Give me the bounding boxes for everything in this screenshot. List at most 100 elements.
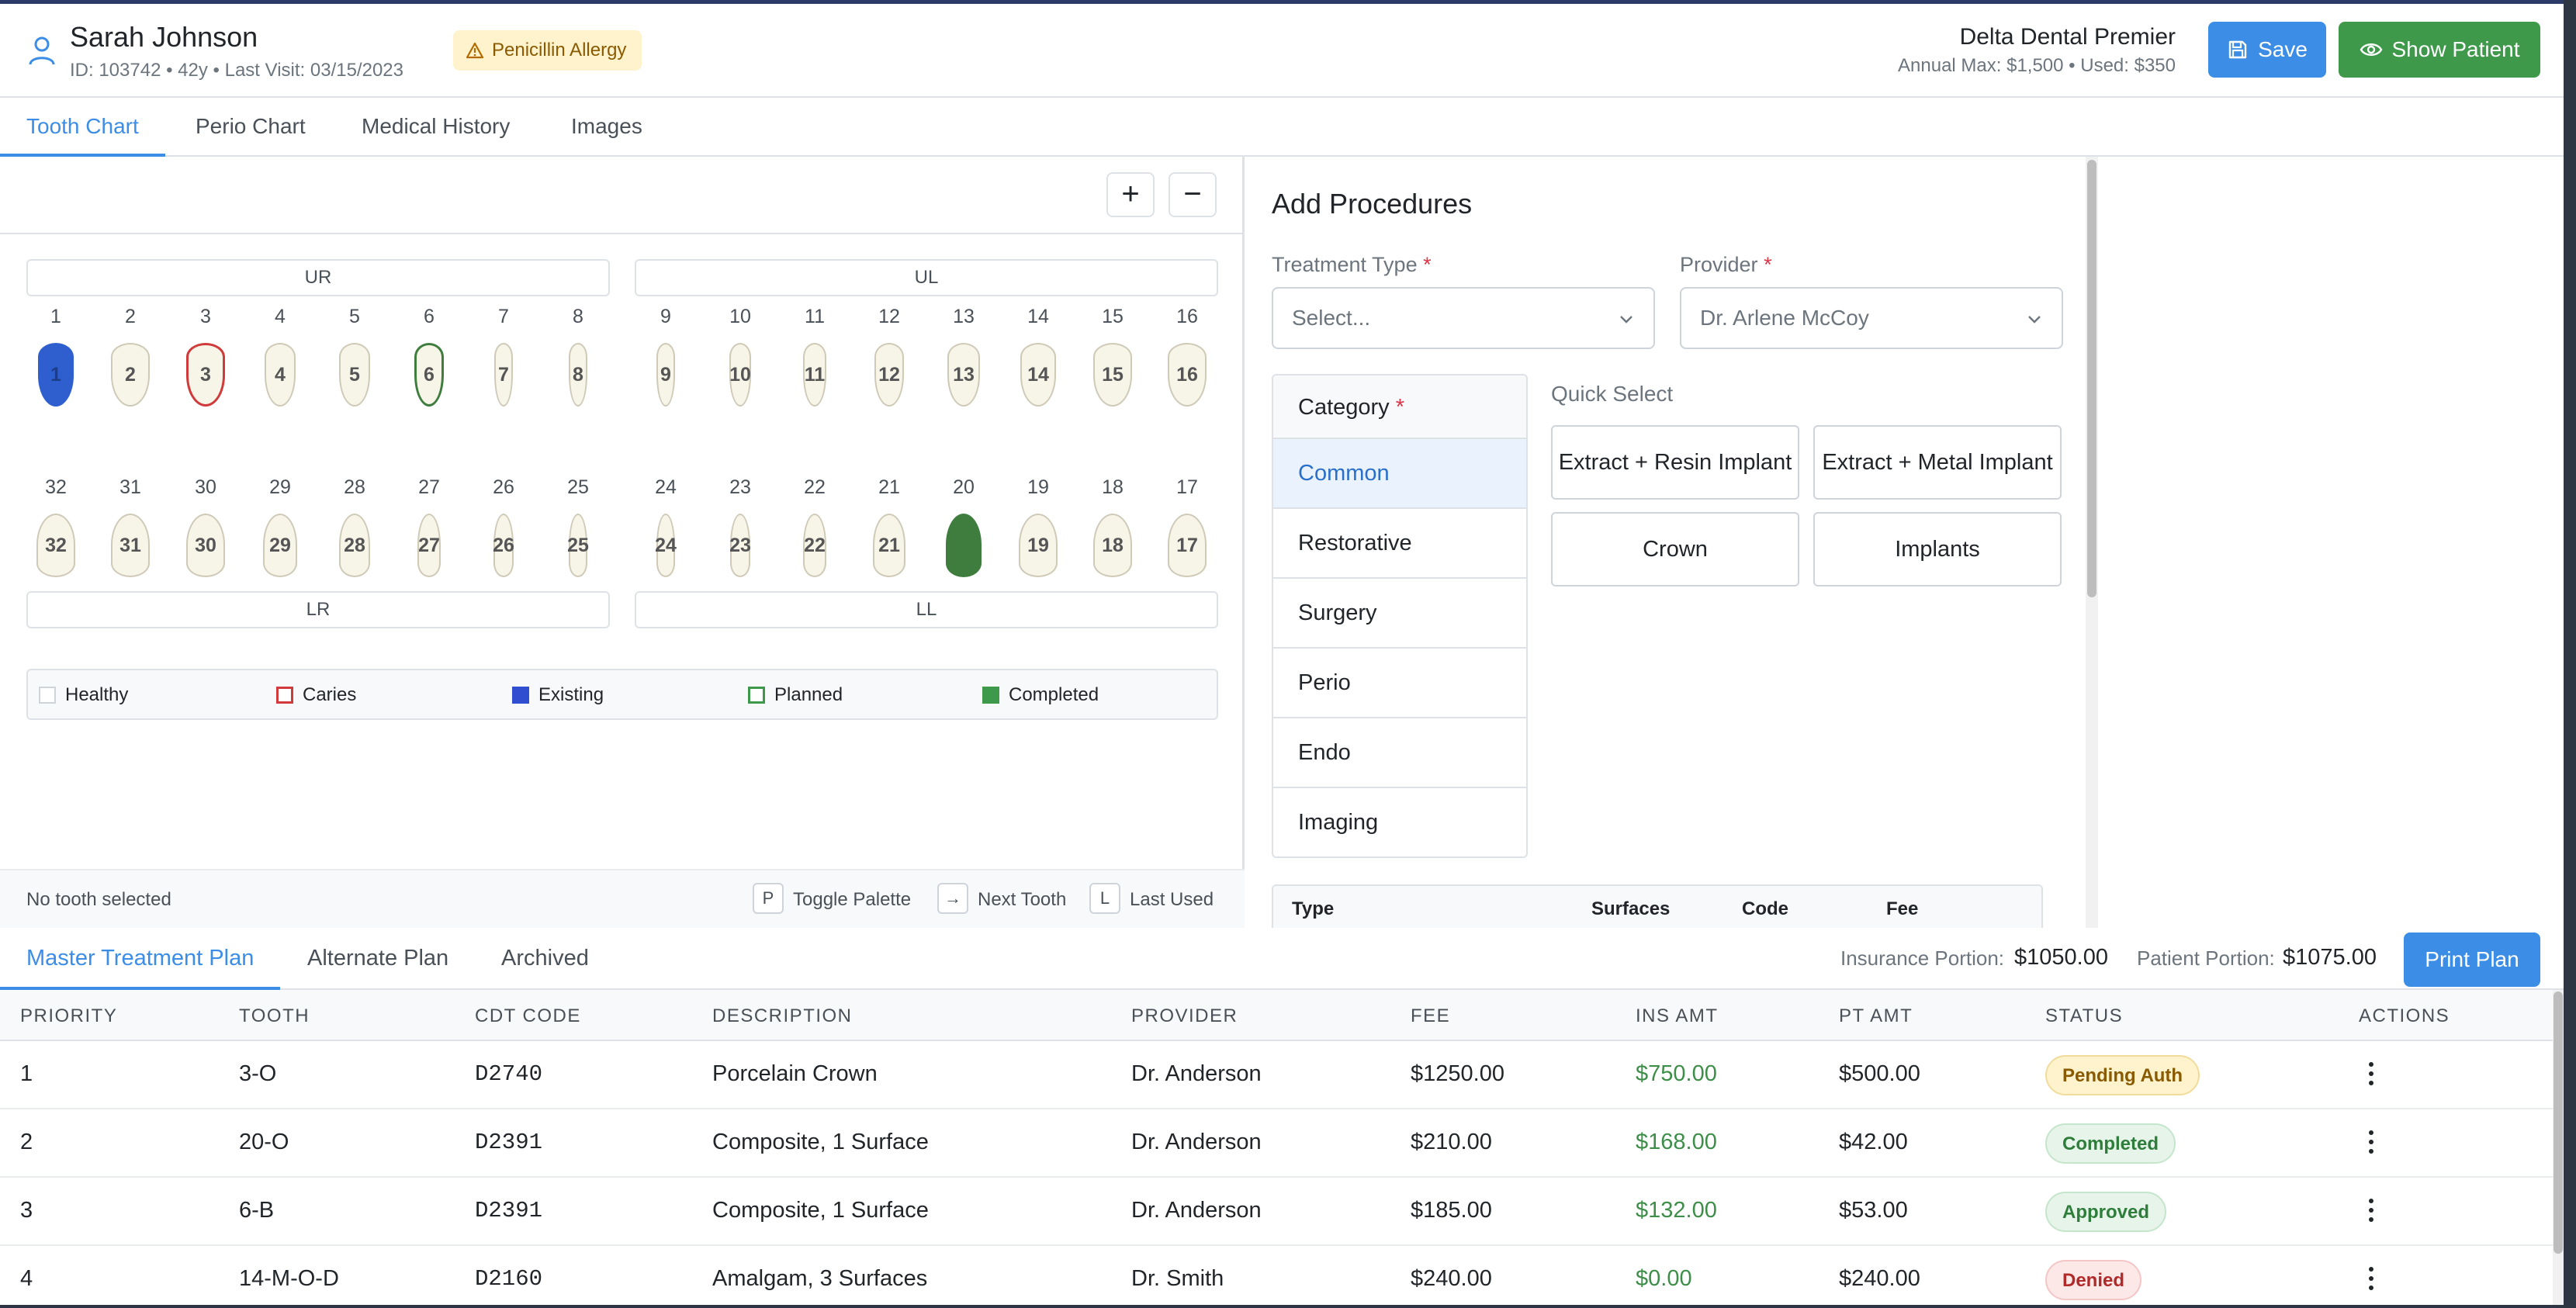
user-icon bbox=[29, 36, 55, 65]
quick-implants[interactable]: Implants bbox=[1813, 512, 2062, 587]
tooth-27[interactable]: 27 bbox=[417, 514, 441, 577]
shortcut-key-l: L bbox=[1089, 883, 1120, 914]
tooth-number-label: 16 bbox=[1176, 306, 1198, 327]
tooth-number-label: 21 bbox=[878, 476, 900, 498]
plan-scroll-thumb[interactable] bbox=[2553, 991, 2563, 1254]
tooth-17[interactable]: 17 bbox=[1168, 514, 1207, 577]
tab-images[interactable]: Images bbox=[571, 98, 642, 157]
cell-tooth: 14-M-O-D bbox=[239, 1266, 339, 1291]
zoom-out-button[interactable]: − bbox=[1169, 172, 1217, 217]
tooth-chart-panel: + − UR UL 1 1 2 2 3 3 4 4 5 5 6 6 7 7 8 8 9 9 10 10 11 11 12 12… bbox=[0, 157, 1245, 928]
tooth-12[interactable]: 12 bbox=[874, 343, 904, 407]
tab-tooth-chart[interactable]: Tooth Chart bbox=[0, 98, 165, 157]
table-row[interactable]: 2 20-O D2391 Composite, 1 Surface Dr. Anders… bbox=[0, 1109, 2553, 1178]
procedures-scroll-thumb[interactable] bbox=[2087, 160, 2096, 597]
tab-archived[interactable]: Archived bbox=[501, 928, 589, 990]
legend-completed: Completed bbox=[982, 684, 1099, 706]
tooth-11[interactable]: 11 bbox=[803, 343, 826, 407]
zoom-in-button[interactable]: + bbox=[1106, 172, 1155, 217]
tooth-29[interactable]: 29 bbox=[263, 514, 297, 577]
cell-description: Porcelain Crown bbox=[712, 1061, 878, 1086]
table-row[interactable]: 1 3-O D2740 Porcelain Crown Dr. Anderson $125… bbox=[0, 1041, 2553, 1109]
tooth-3[interactable]: 3 bbox=[186, 343, 225, 407]
table-row[interactable]: 4 14-M-O-D D2160 Amalgam, 3 Surfaces Dr. Smi… bbox=[0, 1246, 2553, 1308]
tooth-10[interactable]: 10 bbox=[729, 343, 751, 407]
col-cdt-code: CDT CODE bbox=[475, 1005, 581, 1026]
tooth-21[interactable]: 21 bbox=[873, 514, 905, 577]
provider-select[interactable]: Dr. Arlene McCoy bbox=[1680, 287, 2063, 349]
cell-fee: $210.00 bbox=[1411, 1130, 1492, 1154]
tooth-2[interactable]: 2 bbox=[111, 343, 150, 407]
tooth-6[interactable]: 6 bbox=[414, 343, 444, 407]
col-code: Code bbox=[1742, 898, 1788, 919]
quick-extract-metal-implant[interactable]: Extract + Metal Implant bbox=[1813, 425, 2062, 500]
top-tab-bar: Tooth Chart Perio Chart Medical History … bbox=[0, 98, 2564, 157]
tooth-number-label: 32 bbox=[45, 476, 67, 498]
tooth-25[interactable]: 25 bbox=[567, 514, 589, 577]
show-patient-button[interactable]: Show Patient bbox=[2339, 22, 2540, 78]
planned-swatch bbox=[748, 687, 765, 704]
table-row[interactable]: 3 6-B D2391 Composite, 1 Surface Dr. Anderso… bbox=[0, 1178, 2553, 1246]
cell-ins: $0.00 bbox=[1636, 1266, 1692, 1291]
cell-description: Amalgam, 3 Surfaces bbox=[712, 1266, 928, 1291]
category-surgery[interactable]: Surgery bbox=[1273, 579, 1526, 649]
col-type: Type bbox=[1292, 898, 1335, 919]
more-actions-icon[interactable] bbox=[2365, 1128, 2377, 1156]
tooth-9[interactable]: 9 bbox=[656, 343, 675, 407]
existing-swatch bbox=[512, 687, 529, 704]
tooth-number-label: 14 bbox=[1027, 306, 1049, 327]
tooth-28[interactable]: 28 bbox=[339, 514, 370, 577]
tooth-31[interactable]: 31 bbox=[111, 514, 150, 577]
cell-pt: $500.00 bbox=[1839, 1061, 1920, 1086]
tooth-30[interactable]: 30 bbox=[186, 514, 225, 577]
tooth-20[interactable] bbox=[946, 514, 982, 577]
tooth-14[interactable]: 14 bbox=[1020, 343, 1056, 407]
tooth-26[interactable]: 26 bbox=[493, 514, 514, 577]
tooth-5[interactable]: 5 bbox=[339, 343, 370, 407]
cell-fee: $240.00 bbox=[1411, 1266, 1492, 1291]
cell-provider: Dr. Smith bbox=[1131, 1266, 1224, 1291]
tooth-number-label: 15 bbox=[1102, 306, 1124, 327]
tab-perio-chart[interactable]: Perio Chart bbox=[196, 98, 306, 157]
tooth-number-label: 1 bbox=[50, 306, 61, 327]
tooth-1[interactable]: 1 bbox=[38, 343, 74, 407]
tooth-7[interactable]: 7 bbox=[494, 343, 513, 407]
category-restorative[interactable]: Restorative bbox=[1273, 509, 1526, 579]
tooth-15[interactable]: 15 bbox=[1093, 343, 1132, 407]
tab-medical-history[interactable]: Medical History bbox=[362, 98, 510, 157]
add-procedures-panel: Add Procedures Treatment Type * Select..… bbox=[1247, 157, 2093, 928]
quick-crown[interactable]: Crown bbox=[1551, 512, 1799, 587]
tooth-8[interactable]: 8 bbox=[569, 343, 587, 407]
tooth-24[interactable]: 24 bbox=[655, 514, 677, 577]
legend-caries-label: Caries bbox=[303, 684, 357, 705]
tooth-32[interactable]: 32 bbox=[36, 514, 75, 577]
tooth-number-label: 6 bbox=[424, 306, 435, 327]
more-actions-icon[interactable] bbox=[2365, 1196, 2377, 1224]
tab-alternate-plan[interactable]: Alternate Plan bbox=[307, 928, 448, 990]
tooth-23[interactable]: 23 bbox=[729, 514, 751, 577]
cell-pt: $42.00 bbox=[1839, 1130, 1908, 1154]
tooth-4[interactable]: 4 bbox=[265, 343, 296, 407]
quick-extract-resin-implant[interactable]: Extract + Resin Implant bbox=[1551, 425, 1799, 500]
tooth-13[interactable]: 13 bbox=[947, 343, 980, 407]
patient-name: Sarah Johnson bbox=[70, 21, 258, 53]
more-actions-icon[interactable] bbox=[2365, 1060, 2377, 1088]
tooth-22[interactable]: 22 bbox=[803, 514, 826, 577]
more-actions-icon[interactable] bbox=[2365, 1265, 2377, 1292]
category-perio[interactable]: Perio bbox=[1273, 649, 1526, 718]
tooth-19[interactable]: 19 bbox=[1019, 514, 1058, 577]
print-plan-button[interactable]: Print Plan bbox=[2404, 933, 2540, 987]
cell-priority: 4 bbox=[20, 1266, 33, 1291]
shortcut-label-last-used: Last Used bbox=[1130, 889, 1214, 910]
category-endo[interactable]: Endo bbox=[1273, 718, 1526, 788]
category-common[interactable]: Common bbox=[1273, 439, 1526, 509]
tooth-18[interactable]: 18 bbox=[1093, 514, 1132, 577]
tooth-16[interactable]: 16 bbox=[1168, 343, 1207, 407]
tab-master-plan[interactable]: Master Treatment Plan bbox=[0, 928, 281, 990]
category-imaging[interactable]: Imaging bbox=[1273, 788, 1526, 856]
treatment-type-select[interactable]: Select... bbox=[1272, 287, 1655, 349]
cell-provider: Dr. Anderson bbox=[1131, 1061, 1262, 1086]
save-button[interactable]: Save bbox=[2208, 22, 2326, 78]
tooth-number-label: 20 bbox=[953, 476, 975, 498]
patient-portion-value: $1075.00 bbox=[2283, 945, 2377, 970]
